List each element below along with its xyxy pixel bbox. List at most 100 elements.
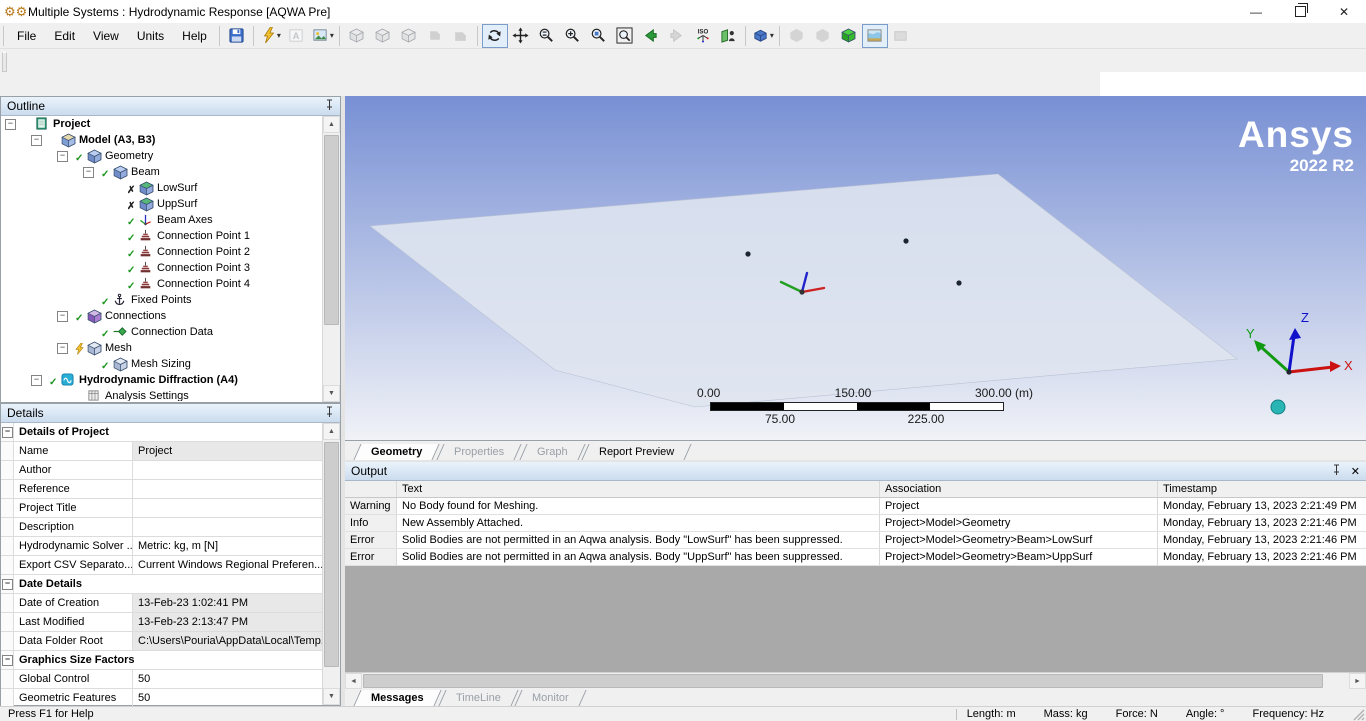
tree-item-uppsurf[interactable]: ✗UppSurf [1, 196, 323, 212]
tree-expand-box[interactable]: − [57, 151, 68, 162]
property-value[interactable]: 50 [133, 670, 322, 688]
tree-item-label: Mesh [105, 340, 132, 356]
restore-button[interactable] [1278, 1, 1322, 23]
section-collapse-box[interactable]: − [2, 655, 13, 666]
pin-icon[interactable] [325, 99, 334, 113]
tree-item-connection-point-2[interactable]: ✓Connection Point 2 [1, 244, 323, 260]
tab-report-preview[interactable]: Report Preview [582, 444, 692, 460]
scroll-thumb[interactable] [324, 442, 339, 667]
scroll-right-icon[interactable]: ► [1349, 673, 1366, 689]
property-value[interactable]: 13-Feb-23 1:02:41 PM [133, 594, 322, 612]
output-row[interactable]: ErrorSolid Bodies are not permitted in a… [345, 549, 1366, 566]
scroll-up-icon[interactable]: ▲ [323, 423, 340, 440]
tree-item-lowsurf[interactable]: ✗LowSurf [1, 180, 323, 196]
geometry-viewport[interactable]: Z Y X Ansys 2022 R2 0.00 150.00 300.00 (… [345, 96, 1366, 440]
outline-scrollbar[interactable]: ▲ ▼ [322, 116, 340, 402]
tree-item-connection-point-4[interactable]: ✓Connection Point 4 [1, 276, 323, 292]
tree-item-model-a3-b3-[interactable]: −Model (A3, B3) [1, 132, 323, 148]
zoom-fit-button[interactable] [586, 24, 612, 48]
tree-item-connection-point-3[interactable]: ✓Connection Point 3 [1, 260, 323, 276]
box-zoom-button[interactable] [612, 24, 638, 48]
close-button[interactable]: ✕ [1322, 1, 1366, 23]
tree-item-connection-data[interactable]: ✓Connection Data [1, 324, 323, 340]
tree-expand-box[interactable]: − [31, 135, 42, 146]
property-value[interactable]: Project [133, 442, 322, 460]
tab-label: Geometry [371, 444, 422, 460]
tree-item-mesh[interactable]: − Mesh [1, 340, 323, 356]
property-value[interactable]: C:\Users\Pouria\AppData\Local\Temp... [133, 632, 322, 650]
iso-view-button[interactable]: ISO [690, 24, 716, 48]
tree-item-analysis-settings[interactable]: Analysis Settings [1, 388, 323, 401]
output-column-header[interactable]: Timestamp [1158, 481, 1366, 497]
property-value[interactable] [133, 480, 322, 498]
scroll-up-icon[interactable]: ▲ [323, 116, 340, 133]
viewports-button[interactable]: ▾ [750, 24, 776, 48]
details-scrollbar[interactable]: ▲ ▼ [322, 423, 340, 705]
look-at-button[interactable] [716, 24, 742, 48]
output-hscrollbar[interactable]: ◄ ► [345, 672, 1366, 690]
output-row[interactable]: InfoNew Assembly Attached.Project>Model>… [345, 515, 1366, 532]
tree-expand-box[interactable]: − [83, 167, 94, 178]
menu-units[interactable]: Units [128, 25, 173, 47]
tree-item-project[interactable]: −Project [1, 116, 323, 132]
show-whole-elements-button[interactable] [836, 24, 862, 48]
property-value[interactable] [133, 461, 322, 479]
output-row[interactable]: ErrorSolid Bodies are not permitted in a… [345, 532, 1366, 549]
scroll-thumb[interactable] [363, 674, 1323, 688]
previous-view-button[interactable] [638, 24, 664, 48]
output-row[interactable]: WarningNo Body found for Meshing.Project… [345, 498, 1366, 515]
menu-file[interactable]: File [8, 25, 45, 47]
zoom-button[interactable] [534, 24, 560, 48]
dropdown-caret-icon[interactable]: ▾ [330, 31, 334, 40]
save-button[interactable] [224, 24, 250, 48]
tab-geometry[interactable]: Geometry [353, 444, 439, 460]
dropdown-caret-icon[interactable]: ▾ [770, 31, 774, 40]
property-value[interactable] [133, 499, 322, 517]
menu-view[interactable]: View [84, 25, 128, 47]
tree-item-hydrodynamic-diffraction-a4-[interactable]: −✓Hydrodynamic Diffraction (A4) [1, 372, 323, 388]
rotate-button[interactable] [482, 24, 508, 48]
scroll-down-icon[interactable]: ▼ [323, 385, 340, 402]
section-collapse-box[interactable]: − [2, 579, 13, 590]
tree-expand-box[interactable]: − [5, 119, 16, 130]
pin-icon[interactable] [1332, 464, 1341, 478]
output-column-header[interactable]: Text [397, 481, 880, 497]
section-collapse-box[interactable]: − [2, 427, 13, 438]
tree-item-fixed-points[interactable]: ✓Fixed Points [1, 292, 323, 308]
tree-item-beam-axes[interactable]: ✓Beam Axes [1, 212, 323, 228]
tab-messages[interactable]: Messages [353, 690, 441, 706]
zoom-in-button[interactable] [560, 24, 586, 48]
close-icon[interactable]: ✕ [1351, 465, 1360, 478]
tree-expand-box[interactable]: − [57, 311, 68, 322]
menu-help[interactable]: Help [173, 25, 216, 47]
output-column-header[interactable] [345, 481, 397, 497]
tree-item-connections[interactable]: −✓Connections [1, 308, 323, 324]
show-seabed-button[interactable] [862, 24, 888, 48]
tree-expand-box[interactable]: − [57, 343, 68, 354]
minimize-button[interactable]: — [1234, 1, 1278, 23]
tree-expand-box[interactable]: − [31, 375, 42, 386]
tree-item-geometry[interactable]: −✓Geometry [1, 148, 323, 164]
output-column-header[interactable]: Association [880, 481, 1158, 497]
tree-item-beam[interactable]: −✓Beam [1, 164, 323, 180]
tree-item-connection-point-1[interactable]: ✓Connection Point 1 [1, 228, 323, 244]
image-capture-button[interactable]: ▾ [310, 24, 336, 48]
tree-item-mesh-sizing[interactable]: ✓Mesh Sizing [1, 356, 323, 372]
dropdown-caret-icon[interactable]: ▾ [277, 31, 281, 40]
property-value[interactable]: Current Windows Regional Preferen... [133, 556, 322, 574]
details-section-details-of-project[interactable]: −Details of Project [1, 423, 322, 442]
property-value[interactable]: 50 [133, 689, 322, 707]
pin-icon[interactable] [325, 406, 334, 420]
generate-lightning-button[interactable]: ▾ [258, 24, 284, 48]
details-section-date-details[interactable]: −Date Details [1, 575, 322, 594]
menu-edit[interactable]: Edit [45, 25, 84, 47]
property-value[interactable]: Metric: kg, m [N] [133, 537, 322, 555]
property-value[interactable] [133, 518, 322, 536]
resize-grip[interactable] [1352, 708, 1365, 721]
details-section-graphics-size-factors[interactable]: −Graphics Size Factors [1, 651, 322, 670]
scroll-thumb[interactable] [324, 135, 339, 325]
scroll-left-icon[interactable]: ◄ [345, 673, 362, 689]
property-value[interactable]: 13-Feb-23 2:13:47 PM [133, 613, 322, 631]
pan-button[interactable] [508, 24, 534, 48]
scroll-down-icon[interactable]: ▼ [323, 688, 340, 705]
